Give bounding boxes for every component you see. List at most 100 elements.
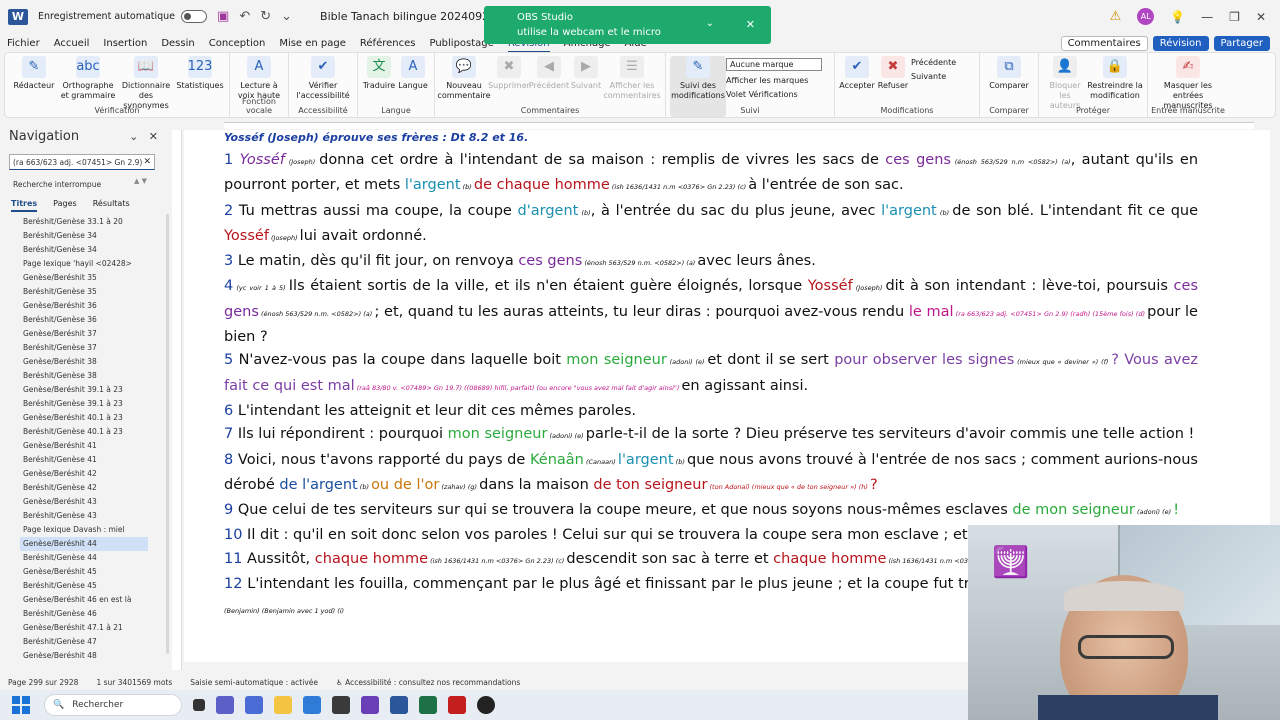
reviewing-pane-button[interactable]: Volet Vérifications — [726, 90, 830, 99]
nav-heading-item[interactable]: Genèse/Beréshit 43 — [20, 495, 148, 509]
nav-heading-item[interactable]: Genèse/Beréshit 39.1 à 23 — [20, 383, 148, 397]
previous-change-button[interactable]: Précédente — [911, 58, 975, 67]
customize-qat-icon[interactable]: ⌄ — [281, 9, 292, 24]
lexical-note: (énosh 563/529 n.m <0582>) (a) — [950, 158, 1071, 166]
verse-text: donna cet ordre à l'intendant de sa mais… — [319, 152, 886, 168]
nav-heading-item[interactable]: Page lexique 'hayil <02428> — [20, 257, 148, 271]
teams-icon[interactable] — [216, 696, 234, 714]
chevron-down-icon[interactable]: ⌄ — [706, 16, 714, 31]
revision-mode-button[interactable]: Révision — [1152, 35, 1209, 51]
excel-icon[interactable] — [419, 696, 437, 714]
menu-insertion[interactable]: Insertion — [96, 38, 154, 49]
autocomplete-status[interactable]: Saisie semi-automatique : activée — [190, 678, 318, 687]
menu-dessin[interactable]: Dessin — [154, 38, 201, 49]
search-arrows[interactable]: ▲ ▼ — [134, 177, 147, 185]
nav-heading-item[interactable]: Genèse/Beréshit 42 — [20, 467, 148, 481]
nav-heading-item[interactable]: Beréshit/Genèse 44 — [20, 551, 148, 565]
verse: 3 Le matin, dès qu'il fit jour, on renvo… — [224, 250, 1198, 275]
word-icon[interactable] — [390, 696, 408, 714]
nav-heading-item[interactable]: Beréshit/Genèse 45 — [20, 579, 148, 593]
reject-icon: ✖ — [881, 56, 905, 78]
warning-icon[interactable]: ⚠ — [1110, 9, 1122, 24]
nav-heading-item[interactable]: Beréshit/Genèse 34 — [20, 243, 148, 257]
meet-icon[interactable] — [245, 696, 263, 714]
nav-heading-item[interactable]: Genèse/Beréshit 44 — [20, 537, 148, 551]
nav-heading-item[interactable]: Beréshit/Genèse 35 — [20, 285, 148, 299]
nav-heading-item[interactable]: Beréshit/Genèse 39.1 à 23 — [20, 397, 148, 411]
nav-heading-item[interactable]: Beréshit/Genèse 41 — [20, 453, 148, 467]
nav-heading-item[interactable]: Genèse/Beréshit 47.1 à 21 — [20, 621, 148, 635]
nav-heading-item[interactable]: Genèse/Beréshit 41 — [20, 439, 148, 453]
undo-icon[interactable]: ↶ — [239, 9, 250, 24]
nav-heading-item[interactable]: Genèse/Beréshit 48 — [20, 649, 148, 661]
nav-heading-item[interactable]: Genèse/Beréshit 35 — [20, 271, 148, 285]
nav-heading-item[interactable]: Beréshit/Genèse 34 — [20, 229, 148, 243]
word-count[interactable]: 1 sur 3401569 mots — [96, 678, 172, 687]
previous-comment-icon: ◀ — [537, 56, 561, 78]
chevron-down-icon[interactable]: ⌄ — [129, 130, 138, 143]
close-icon[interactable]: ✕ — [1256, 10, 1266, 24]
markup-select[interactable]: Aucune marque — [726, 58, 822, 71]
highlighted-term: de ton seigneur — [593, 476, 708, 493]
nav-heading-item[interactable]: Beréshit/Genèse 47 — [20, 635, 148, 649]
task-view-icon[interactable] — [193, 699, 205, 711]
restore-icon[interactable]: ❐ — [1229, 10, 1240, 24]
nav-heading-item[interactable]: Beréshit/Genèse 37 — [20, 341, 148, 355]
nav-heading-item[interactable]: Genèse/Beréshit 46 en est là — [20, 593, 148, 607]
clear-search-icon[interactable]: ✕ — [143, 157, 151, 167]
verse-number: 3 — [224, 253, 234, 270]
windows-start-icon[interactable] — [12, 696, 30, 714]
group-label-comments: Commentaires — [520, 106, 580, 115]
menu-conception[interactable]: Conception — [202, 38, 273, 49]
nav-heading-item[interactable]: Beréshit/Genèse 38 — [20, 369, 148, 383]
menu-fichier[interactable]: Fichier — [0, 38, 47, 49]
menu-accueil[interactable]: Accueil — [47, 38, 97, 49]
nav-heading-item[interactable]: Genèse/Beréshit 38 — [20, 355, 148, 369]
close-notification-icon[interactable]: ✕ — [746, 17, 755, 32]
nav-heading-item[interactable]: Beréshit/Genèse 33.1 à 20 — [20, 215, 148, 229]
taskbar-search[interactable]: 🔍 Rechercher — [44, 694, 182, 716]
show-markup-button[interactable]: Afficher les marques — [726, 76, 830, 85]
presenter-shirt — [1038, 695, 1218, 720]
nav-search-input[interactable]: (ra 663/623 adj. <07451> Gn 2.9) ✕ — [9, 154, 155, 170]
store-icon[interactable] — [303, 696, 321, 714]
file-explorer-icon[interactable] — [274, 696, 292, 714]
redo-icon[interactable]: ↻ — [260, 9, 271, 24]
tab-resultats[interactable]: Résultats — [93, 199, 130, 212]
autosave-toggle[interactable] — [181, 10, 208, 23]
nav-heading-item[interactable]: Page lexique Davash : miel — [20, 523, 148, 537]
nav-heading-item[interactable]: Beréshit/Genèse 46 — [20, 607, 148, 621]
webcam-overlay: 🕎 — [968, 525, 1280, 720]
avatar[interactable]: AL — [1137, 8, 1155, 25]
nav-heading-item[interactable]: Beréshit/Genèse 42 — [20, 481, 148, 495]
obs-notification[interactable]: OBS Studio utilise la webcam et le micro… — [484, 6, 771, 44]
visual-studio-icon[interactable] — [361, 696, 379, 714]
lexical-note: (énosh 563/529 n.m. <0582>) (a) — [582, 259, 698, 268]
nav-heading-item[interactable]: Genèse/Beréshit 36 — [20, 299, 148, 313]
nav-heading-item[interactable]: Genèse/Beréshit 37 — [20, 327, 148, 341]
next-change-button[interactable]: Suivante — [911, 72, 975, 81]
nav-heading-item[interactable]: Genèse/Beréshit 40.1 à 23 — [20, 411, 148, 425]
lightbulb-icon[interactable]: 💡 — [1170, 10, 1185, 24]
minimize-icon[interactable]: — — [1201, 10, 1213, 24]
accessibility-status[interactable]: ♿ Accessibilité : consultez nos recomman… — [336, 678, 520, 687]
tab-pages[interactable]: Pages — [53, 199, 77, 212]
nav-heading-item[interactable]: Beréshit/Genèse 43 — [20, 509, 148, 523]
app-icon-dark[interactable] — [332, 696, 350, 714]
highlighted-term: Kénaân — [529, 451, 584, 468]
nav-heading-item[interactable]: Beréshit/Genèse 36 — [20, 313, 148, 327]
share-button[interactable]: Partager — [1213, 35, 1270, 51]
nav-scrollbar[interactable] — [166, 214, 169, 654]
tab-titres[interactable]: Titres — [11, 199, 38, 212]
save-icon[interactable]: ▣ — [217, 9, 229, 24]
menu-references[interactable]: Références — [353, 38, 423, 49]
comments-button[interactable]: Commentaires — [1060, 35, 1148, 51]
obs-icon[interactable] — [477, 696, 495, 714]
nav-heading-item[interactable]: Genèse/Beréshit 45 — [20, 565, 148, 579]
acrobat-icon[interactable] — [448, 696, 466, 714]
close-icon[interactable]: ✕ — [149, 130, 158, 143]
nav-heading-item[interactable]: Beréshit/Genèse 40.1 à 23 — [20, 425, 148, 439]
menu-mise-en-page[interactable]: Mise en page — [272, 38, 353, 49]
page-count[interactable]: Page 299 sur 2928 — [8, 678, 78, 687]
lexical-note: (Benjamin) (Benjamin avec 1 yod) (i) — [224, 607, 345, 616]
